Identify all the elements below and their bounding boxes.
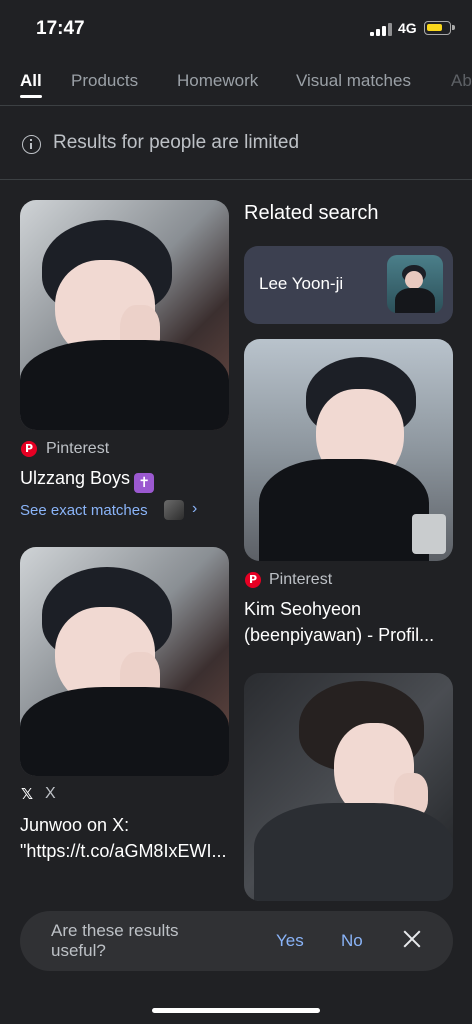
result-image-3[interactable] <box>244 339 453 561</box>
tab-about[interactable]: Ab <box>451 71 472 91</box>
exact-match-thumbnail <box>164 500 184 520</box>
chevron-right-icon[interactable]: › <box>192 500 197 518</box>
close-icon[interactable] <box>401 928 423 950</box>
info-icon <box>22 135 41 154</box>
result-source: X <box>45 785 56 802</box>
tab-homework[interactable]: Homework <box>177 71 258 91</box>
tab-all[interactable]: All <box>20 71 42 91</box>
status-bar: 17:47 4G <box>0 0 472 58</box>
related-search-thumbnail <box>387 255 443 313</box>
result-title[interactable]: Kim Seohyeon (beenpiyawan) - Profil... <box>244 596 459 648</box>
related-search-chip[interactable]: Lee Yoon-ji <box>244 246 453 324</box>
result-title-line1: Junwoo on X: <box>20 815 130 835</box>
feedback-yes-button[interactable]: Yes <box>276 931 304 951</box>
home-indicator[interactable] <box>152 1008 320 1013</box>
battery-icon <box>424 21 455 35</box>
active-tab-indicator <box>20 95 42 98</box>
signal-icon <box>370 22 392 36</box>
result-image-1[interactable] <box>20 200 229 430</box>
result-title-line2: (beenpiyawan) - Profil... <box>244 625 435 645</box>
pinterest-icon: P <box>245 572 261 588</box>
result-source: Pinterest <box>269 571 333 588</box>
result-image-4[interactable] <box>244 673 453 901</box>
x-icon: 𝕏 <box>21 785 34 803</box>
tab-bar: All Products Homework Visual matches Ab <box>0 58 472 106</box>
tab-visual-matches[interactable]: Visual matches <box>296 71 411 91</box>
latin-cross-emoji: ✝ <box>134 473 155 493</box>
result-title-line1: Kim Seohyeon <box>244 599 362 619</box>
result-source: Pinterest <box>46 440 110 457</box>
feedback-bar: Are these results useful? Yes No <box>20 911 453 971</box>
clock: 17:47 <box>36 18 85 39</box>
people-results-notice[interactable]: Results for people are limited <box>0 108 472 180</box>
notice-text: Results for people are limited <box>53 132 300 153</box>
tab-products[interactable]: Products <box>71 71 138 91</box>
see-exact-matches-link[interactable]: See exact matches <box>20 502 148 519</box>
result-image-2[interactable] <box>20 547 229 776</box>
related-search-label: Lee Yoon-ji <box>259 274 344 293</box>
related-search-heading: Related search <box>244 202 379 224</box>
feedback-question: Are these results useful? <box>51 921 179 960</box>
pinterest-icon: P <box>21 441 37 457</box>
network-type: 4G <box>398 20 417 36</box>
feedback-no-button[interactable]: No <box>341 931 363 951</box>
result-title[interactable]: Junwoo on X: "https://t.co/aGM8IxEWI... <box>20 812 230 864</box>
result-title-text: Ulzzang Boys <box>20 468 131 488</box>
result-title-line2: "https://t.co/aGM8IxEWI... <box>20 841 227 861</box>
result-title[interactable]: Ulzzang Boys ✝ <box>20 465 155 493</box>
